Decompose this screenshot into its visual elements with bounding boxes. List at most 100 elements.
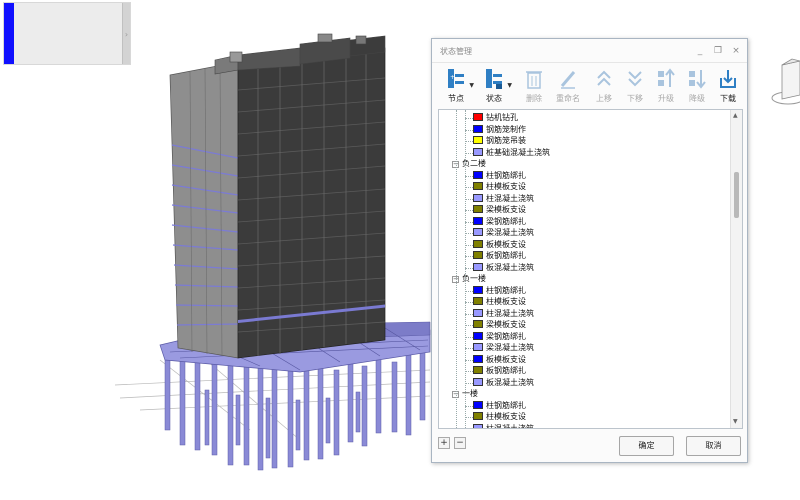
rename-button[interactable]: 重命名 xyxy=(552,68,584,108)
tree-node-label: 板模板支设 xyxy=(486,354,526,364)
tree-state-item[interactable]: 钢筋笼吊装 xyxy=(473,135,526,147)
tree-node-label: 柱钢筋绑扎 xyxy=(486,400,526,410)
state-color-swatch[interactable] xyxy=(473,331,483,340)
tree-state-item[interactable]: 钻机钻孔 xyxy=(473,112,518,124)
tree-connector xyxy=(465,129,473,131)
tree-state-item[interactable]: 板混凝土浇筑 xyxy=(473,262,534,274)
tree-group-node[interactable]: − 负一楼 xyxy=(452,273,486,285)
tree-state-item[interactable]: 钢筋笼制作 xyxy=(473,124,526,136)
tree-state-item[interactable]: 柱混凝土浇筑 xyxy=(473,423,534,428)
tree-state-item[interactable]: 梁钢筋绑扎 xyxy=(473,216,526,228)
state-color-swatch[interactable] xyxy=(473,136,483,144)
node-button[interactable]: + 节点 ▼ xyxy=(440,68,474,108)
state-color-swatch[interactable] xyxy=(473,297,483,305)
scroll-down-icon[interactable]: ▼ xyxy=(733,418,738,425)
tree-state-item[interactable]: 板混凝土浇筑 xyxy=(473,377,534,389)
minimize-button[interactable]: _ xyxy=(694,45,706,57)
tree-state-icon xyxy=(486,69,502,89)
state-button[interactable]: 状态 ▼ xyxy=(478,68,512,108)
scrollbar-thumb[interactable] xyxy=(734,172,739,218)
state-color-swatch[interactable] xyxy=(473,308,483,317)
tree-connector xyxy=(465,290,473,292)
tree-state-item[interactable]: 柱模板支设 xyxy=(473,296,526,308)
tree-state-item[interactable]: 板模板支设 xyxy=(473,239,526,251)
state-color-swatch[interactable] xyxy=(473,228,483,236)
demote-icon xyxy=(689,70,706,89)
tree-state-item[interactable]: 柱模板支设 xyxy=(473,411,526,423)
double-chevron-down-icon xyxy=(628,71,642,87)
tree-state-item[interactable]: 柱混凝土浇筑 xyxy=(473,308,534,320)
tree-connector xyxy=(465,359,473,361)
promote-button[interactable]: 升级 xyxy=(650,68,682,108)
tree-connector xyxy=(465,152,473,154)
tree-state-item[interactable]: 板模板支设 xyxy=(473,354,526,366)
tree-state-item[interactable]: 梁模板支设 xyxy=(473,319,526,331)
state-color-swatch[interactable] xyxy=(473,366,483,374)
tree-state-item[interactable]: 板钢筋绑扎 xyxy=(473,250,526,262)
close-button[interactable]: × xyxy=(730,45,742,57)
node-dropdown-icon[interactable]: ▼ xyxy=(469,82,474,89)
cancel-button[interactable]: 取消 xyxy=(686,436,741,456)
download-button[interactable]: 下载 xyxy=(712,68,744,108)
add-node-button[interactable]: + xyxy=(438,437,450,449)
tree-state-item[interactable]: 梁钢筋绑扎 xyxy=(473,331,526,343)
move-up-label: 上移 xyxy=(596,94,612,103)
state-color-swatch[interactable] xyxy=(473,262,483,271)
delete-button[interactable]: 删除 xyxy=(518,68,550,108)
state-color-swatch[interactable] xyxy=(473,251,483,259)
tree-state-item[interactable]: 桩基础混凝土浇筑 xyxy=(473,147,550,159)
tree-scrollbar[interactable]: ▲ ▼ xyxy=(730,110,742,428)
scroll-up-icon[interactable]: ▲ xyxy=(733,112,738,119)
tree-connector xyxy=(465,302,473,303)
state-color-swatch[interactable] xyxy=(473,124,483,133)
panel-collapse-handle[interactable]: › xyxy=(122,3,130,64)
move-up-button[interactable]: 上移 xyxy=(588,68,620,108)
tree-state-item[interactable]: 柱钢筋绑扎 xyxy=(473,285,526,297)
state-color-swatch[interactable] xyxy=(473,320,483,328)
tree-state-item[interactable]: 梁混凝土浇筑 xyxy=(473,227,534,239)
tree-connector xyxy=(465,244,473,246)
state-color-swatch[interactable] xyxy=(473,343,483,351)
state-dropdown-icon[interactable]: ▼ xyxy=(507,82,512,89)
tree-node-label: 梁钢筋绑扎 xyxy=(486,216,526,226)
move-down-button[interactable]: 下移 xyxy=(619,68,651,108)
state-management-dialog[interactable]: 状态管理 _ ❐ × + 节点 ▼ 状态 ▼ 删除 重命名 上移 下移 升级 降… xyxy=(431,38,748,463)
tree-state-item[interactable]: 梁模板支设 xyxy=(473,204,526,216)
tree-state-item[interactable]: 板钢筋绑扎 xyxy=(473,365,526,377)
state-tree[interactable]: 钻机钻孔 钢筋笼制作 钢筋笼吊装 桩基础混凝土浇筑 − 负二楼 柱钢筋绑扎 柱模板支设 柱混凝土… xyxy=(439,110,731,428)
state-color-swatch[interactable] xyxy=(473,170,483,179)
tree-node-label: 柱钢筋绑扎 xyxy=(486,170,526,180)
state-color-swatch[interactable] xyxy=(473,147,483,156)
state-color-swatch[interactable] xyxy=(473,400,483,409)
state-color-swatch[interactable] xyxy=(473,412,483,420)
state-color-swatch[interactable] xyxy=(473,239,483,248)
state-color-swatch[interactable] xyxy=(473,205,483,213)
state-color-swatch[interactable] xyxy=(473,354,483,363)
state-color-swatch[interactable] xyxy=(473,377,483,386)
tree-state-item[interactable]: 柱混凝土浇筑 xyxy=(473,193,534,205)
demote-button[interactable]: 降级 xyxy=(681,68,713,108)
remove-node-button[interactable]: − xyxy=(454,437,466,449)
state-color-swatch[interactable] xyxy=(473,193,483,202)
ok-button[interactable]: 确定 xyxy=(619,436,674,456)
state-color-swatch[interactable] xyxy=(473,423,483,428)
tree-state-item[interactable]: 柱模板支设 xyxy=(473,181,526,193)
state-color-swatch[interactable] xyxy=(473,182,483,190)
tree-connector xyxy=(465,198,473,200)
left-mini-panel[interactable]: › xyxy=(3,2,131,65)
tree-trunk-line xyxy=(456,110,457,428)
tree-group-node[interactable]: − 负二楼 xyxy=(452,158,486,170)
maximize-button[interactable]: ❐ xyxy=(712,45,724,57)
state-color-swatch[interactable] xyxy=(473,216,483,225)
tree-connector xyxy=(465,233,473,234)
tree-state-item[interactable]: 柱钢筋绑扎 xyxy=(473,170,526,182)
dialog-titlebar[interactable]: 状态管理 _ ❐ × xyxy=(432,39,747,63)
tree-state-item[interactable]: 柱钢筋绑扎 xyxy=(473,400,526,412)
state-color-swatch[interactable] xyxy=(473,113,483,121)
tree-state-item[interactable]: 梁混凝土浇筑 xyxy=(473,342,534,354)
state-tree-panel[interactable]: 钻机钻孔 钢筋笼制作 钢筋笼吊装 桩基础混凝土浇筑 − 负二楼 柱钢筋绑扎 柱模板支设 柱混凝土… xyxy=(438,109,743,429)
tree-connector xyxy=(465,405,473,407)
tree-connector xyxy=(465,221,473,223)
state-color-swatch[interactable] xyxy=(473,285,483,294)
view-cube[interactable] xyxy=(762,55,800,115)
